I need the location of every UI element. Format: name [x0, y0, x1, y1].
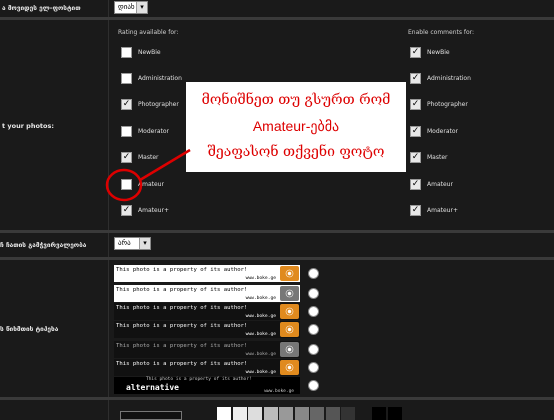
chevron-down-icon: ▾ — [136, 2, 147, 13]
color-swatch[interactable] — [325, 407, 340, 420]
camera-logo-icon — [280, 286, 299, 301]
checkbox[interactable]: ✓ — [410, 205, 421, 216]
checkbox[interactable]: ✓ — [410, 73, 421, 84]
checkbox-label: Master — [138, 154, 159, 161]
checkbox-label: Amateur — [138, 181, 164, 188]
color-preview-box — [120, 411, 182, 420]
watermark-radio[interactable] — [308, 380, 319, 391]
color-swatch[interactable] — [341, 407, 355, 420]
watermark-option: This photo is a property of its author! w… — [114, 359, 300, 376]
checkbox[interactable]: ✓ — [121, 99, 132, 110]
camera-logo-icon — [280, 360, 299, 375]
email-notify-select-value: დიახ — [118, 3, 135, 11]
watermark-site: www.boke.ge — [245, 276, 276, 281]
checkbox[interactable] — [121, 47, 132, 58]
watermark-alt-label: alternative — [126, 383, 179, 392]
watermark-site: www.boke.ge — [245, 352, 276, 357]
annotation-line-3: შეაფასონ თქვენი ფოტო — [207, 144, 385, 160]
camera-logo-icon — [280, 266, 299, 281]
row-divider — [108, 233, 109, 257]
camera-logo-icon — [280, 342, 299, 357]
color-swatch[interactable] — [310, 407, 324, 420]
color-swatch[interactable] — [232, 407, 247, 420]
rating-column-header: Rating available for: — [118, 29, 179, 36]
email-notify-row — [0, 0, 554, 17]
watermark-text: This photo is a property of its author! — [146, 377, 252, 382]
checkbox-label: Master — [427, 154, 448, 161]
checkbox-label: Administration — [427, 75, 471, 82]
watermark-text: This photo is a property of its author! — [116, 267, 248, 273]
watermark-text: This photo is a property of its author! — [116, 305, 248, 311]
checkbox-label: Moderator — [138, 128, 169, 135]
camera-logo-icon — [280, 304, 299, 319]
watermark-site: www.boke.ge — [245, 332, 276, 337]
row-divider — [108, 0, 109, 17]
transparency-label: ჩ ჩათის გამჭვირვალეობა — [0, 241, 87, 249]
watermark-site: www.boke.ge — [245, 314, 276, 319]
photo-permissions-label: t your photos: — [2, 122, 54, 130]
checkbox-label: Photographer — [427, 101, 468, 108]
checkbox[interactable] — [121, 179, 132, 190]
watermark-site: www.boke.ge — [245, 296, 276, 301]
watermark-text: This photo is a property of its author! — [116, 361, 248, 367]
watermark-option: This photo is a property of its author! w… — [114, 285, 300, 302]
row-divider — [108, 400, 109, 420]
watermark-site: www.boke.ge — [245, 370, 276, 375]
watermark-radio[interactable] — [308, 362, 319, 373]
watermark-label: ს წიხმთის ტიპეხა — [0, 325, 59, 333]
checkbox-label: Amateur+ — [427, 207, 458, 214]
checkbox-label: Amateur — [427, 181, 453, 188]
comments-column-header: Enable comments for: — [408, 29, 475, 36]
checkbox-label: Moderator — [427, 128, 458, 135]
checkbox[interactable]: ✓ — [410, 126, 421, 137]
watermark-radio[interactable] — [308, 288, 319, 299]
color-swatch[interactable] — [248, 407, 262, 420]
row-divider — [108, 20, 109, 230]
checkbox-label: Photographer — [138, 101, 179, 108]
checkbox[interactable]: ✓ — [121, 205, 132, 216]
watermark-radio[interactable] — [308, 268, 319, 279]
row-divider — [108, 260, 109, 397]
email-notify-select[interactable]: დიახ ▾ — [114, 1, 148, 14]
checkbox-label: Administration — [138, 75, 182, 82]
watermark-option: This photo is a property of its author! w… — [114, 321, 300, 338]
color-swatch[interactable] — [372, 407, 386, 420]
color-swatch[interactable] — [217, 407, 231, 420]
watermark-text: This photo is a property of its author! — [116, 287, 248, 293]
color-swatch[interactable] — [263, 407, 278, 420]
watermark-text: This photo is a property of its author! — [116, 343, 248, 349]
watermark-radio[interactable] — [308, 324, 319, 335]
checkbox[interactable] — [121, 126, 132, 137]
watermark-option: This photo is a property of its author! w… — [114, 265, 300, 282]
camera-logo-icon — [280, 322, 299, 337]
annotation-callout: მონიშნეთ თუ გსურთ რომ Amateur-ებმა შეაფა… — [186, 82, 406, 172]
annotation-line-2: Amateur-ებმა — [252, 118, 340, 134]
watermark-option: This photo is a property of its author! w… — [114, 341, 300, 358]
watermark-option: This photo is a property of its author! w… — [114, 303, 300, 320]
checkbox[interactable] — [121, 73, 132, 84]
color-swatch[interactable] — [294, 407, 309, 420]
chevron-down-icon: ▾ — [139, 238, 150, 249]
watermark-radio[interactable] — [308, 306, 319, 317]
color-swatch[interactable] — [356, 407, 371, 420]
checkbox[interactable]: ✓ — [410, 47, 421, 58]
checkbox[interactable]: ✓ — [410, 152, 421, 163]
checkbox[interactable]: ✓ — [121, 152, 132, 163]
watermark-option-alternative: This photo is a property of its author! a… — [114, 377, 300, 394]
watermark-radio[interactable] — [308, 344, 319, 355]
color-swatch[interactable] — [279, 407, 293, 420]
email-notify-label: ა მოვიდეს ელ-ფოსტით — [2, 4, 81, 12]
transparency-select[interactable]: არა ▾ — [114, 237, 151, 250]
checkbox-label: NewBie — [138, 49, 161, 56]
color-swatch[interactable] — [387, 407, 402, 420]
watermark-site: www.boke.ge — [264, 389, 294, 394]
transparency-select-value: არა — [118, 239, 131, 247]
checkbox[interactable]: ✓ — [410, 179, 421, 190]
checkbox[interactable]: ✓ — [410, 99, 421, 110]
annotation-line-1: მონიშნეთ თუ გსურთ რომ — [201, 92, 391, 108]
watermark-text: This photo is a property of its author! — [116, 323, 248, 329]
checkbox-label: NewBie — [427, 49, 450, 56]
checkbox-label: Amateur+ — [138, 207, 169, 214]
